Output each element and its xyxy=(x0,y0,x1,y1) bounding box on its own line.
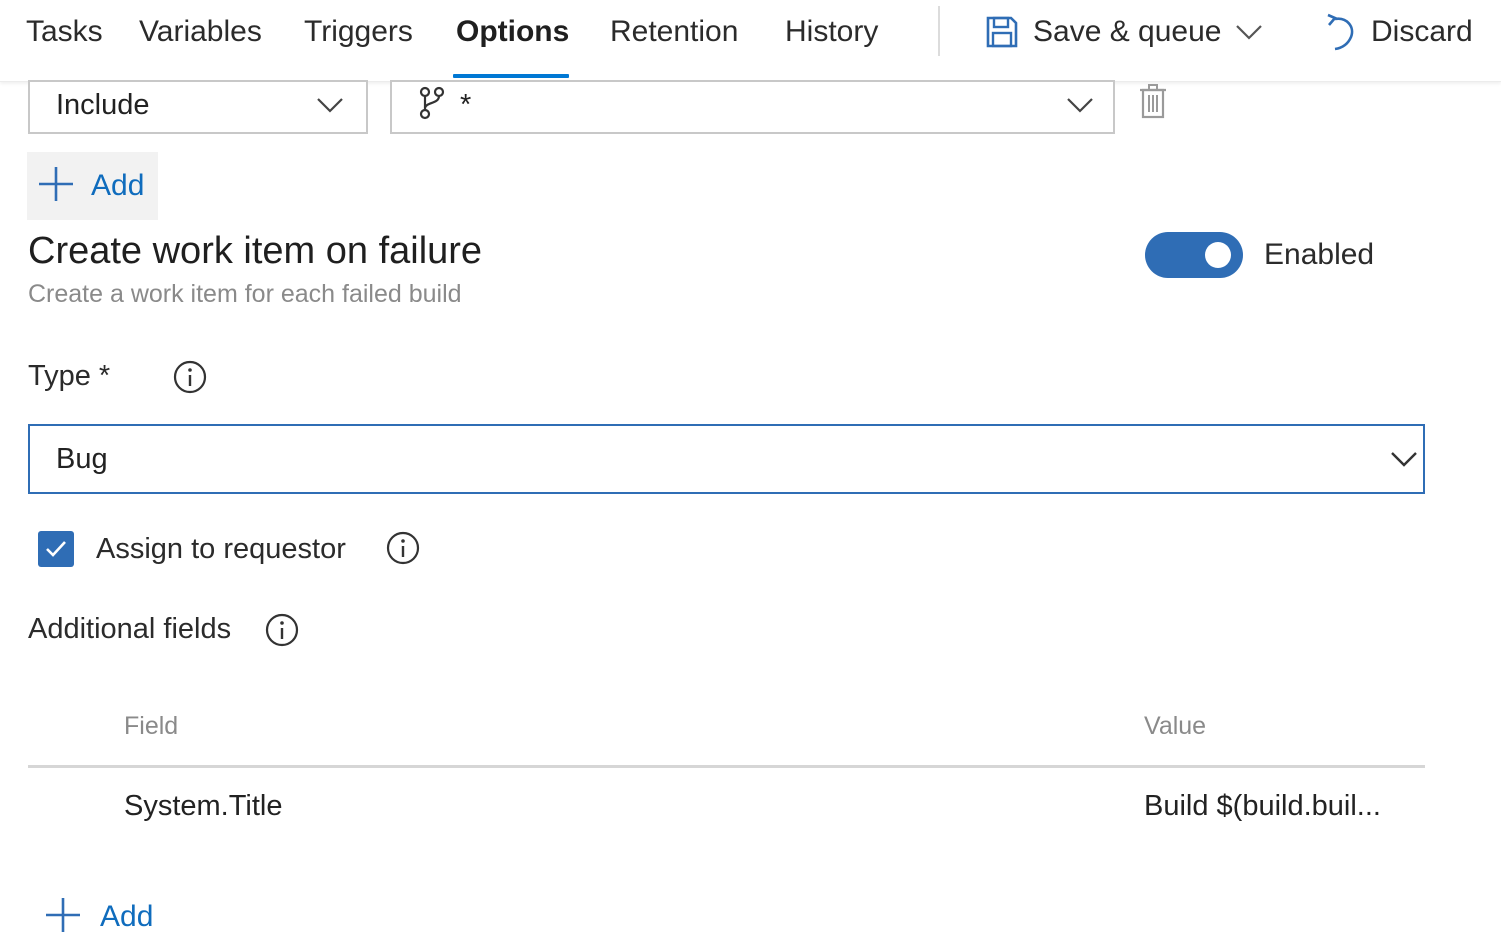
chevron-down-icon xyxy=(1066,96,1094,119)
checkmark-icon xyxy=(38,541,74,571)
add-filter-label: Add xyxy=(91,169,145,202)
discard-button[interactable]: Discard xyxy=(1325,10,1473,54)
add-field-label: Add xyxy=(100,900,154,933)
branch-icon xyxy=(418,86,446,125)
nav-divider xyxy=(938,6,940,56)
additional-fields-label: Additional fields xyxy=(28,613,232,645)
field-name-cell[interactable]: System.Title xyxy=(124,788,282,824)
column-header-field: Field xyxy=(124,712,179,740)
trash-icon[interactable] xyxy=(1138,83,1168,124)
toggle-knob xyxy=(1205,242,1231,268)
tab-tasks[interactable]: Tasks xyxy=(26,12,103,52)
add-field-button[interactable]: Add xyxy=(44,893,153,938)
section-subtitle: Create a work item for each failed build xyxy=(28,280,462,308)
chevron-down-icon xyxy=(316,96,344,119)
chevron-down-icon xyxy=(1390,450,1418,473)
column-header-value: Value xyxy=(1144,712,1207,740)
type-value: Bug xyxy=(56,443,108,475)
tab-triggers[interactable]: Triggers xyxy=(304,12,413,52)
active-tab-indicator xyxy=(453,74,569,78)
tab-options[interactable]: Options xyxy=(456,12,569,52)
enabled-toggle[interactable] xyxy=(1145,232,1243,278)
build-options-page: Tasks Variables Triggers Options Retenti… xyxy=(0,0,1501,938)
plus-icon xyxy=(37,165,75,208)
discard-label: Discard xyxy=(1371,15,1473,48)
add-filter-button[interactable]: Add xyxy=(27,152,158,220)
tab-retention[interactable]: Retention xyxy=(610,12,738,52)
top-nav: Tasks Variables Triggers Options Retenti… xyxy=(0,0,1501,82)
field-value-cell[interactable]: Build $(build.buil... xyxy=(1144,788,1381,824)
type-dropdown[interactable]: Bug xyxy=(28,424,1425,494)
save-queue-label: Save & queue xyxy=(1033,15,1222,48)
section-title: Create work item on failure xyxy=(28,230,483,272)
tab-history[interactable]: History xyxy=(785,12,878,52)
toggle-label: Enabled xyxy=(1264,238,1375,271)
undo-icon xyxy=(1325,13,1357,51)
plus-icon xyxy=(44,896,82,938)
save-icon xyxy=(985,15,1019,49)
table-header-divider xyxy=(28,765,1425,768)
branch-spec-value: * xyxy=(460,89,472,121)
assign-requestor-label: Assign to requestor xyxy=(96,533,346,565)
branch-spec-dropdown[interactable]: * xyxy=(390,80,1115,134)
assign-requestor-checkbox[interactable] xyxy=(38,531,74,567)
info-icon[interactable] xyxy=(386,531,420,570)
filter-mode-dropdown[interactable]: Include xyxy=(28,80,368,134)
chevron-down-icon[interactable] xyxy=(1235,23,1263,41)
save-queue-button[interactable]: Save & queue xyxy=(985,10,1263,54)
tab-variables[interactable]: Variables xyxy=(139,12,262,52)
info-icon[interactable] xyxy=(173,360,207,399)
filter-mode-value: Include xyxy=(56,89,150,121)
info-icon[interactable] xyxy=(265,613,299,652)
type-label: Type * xyxy=(28,360,111,392)
